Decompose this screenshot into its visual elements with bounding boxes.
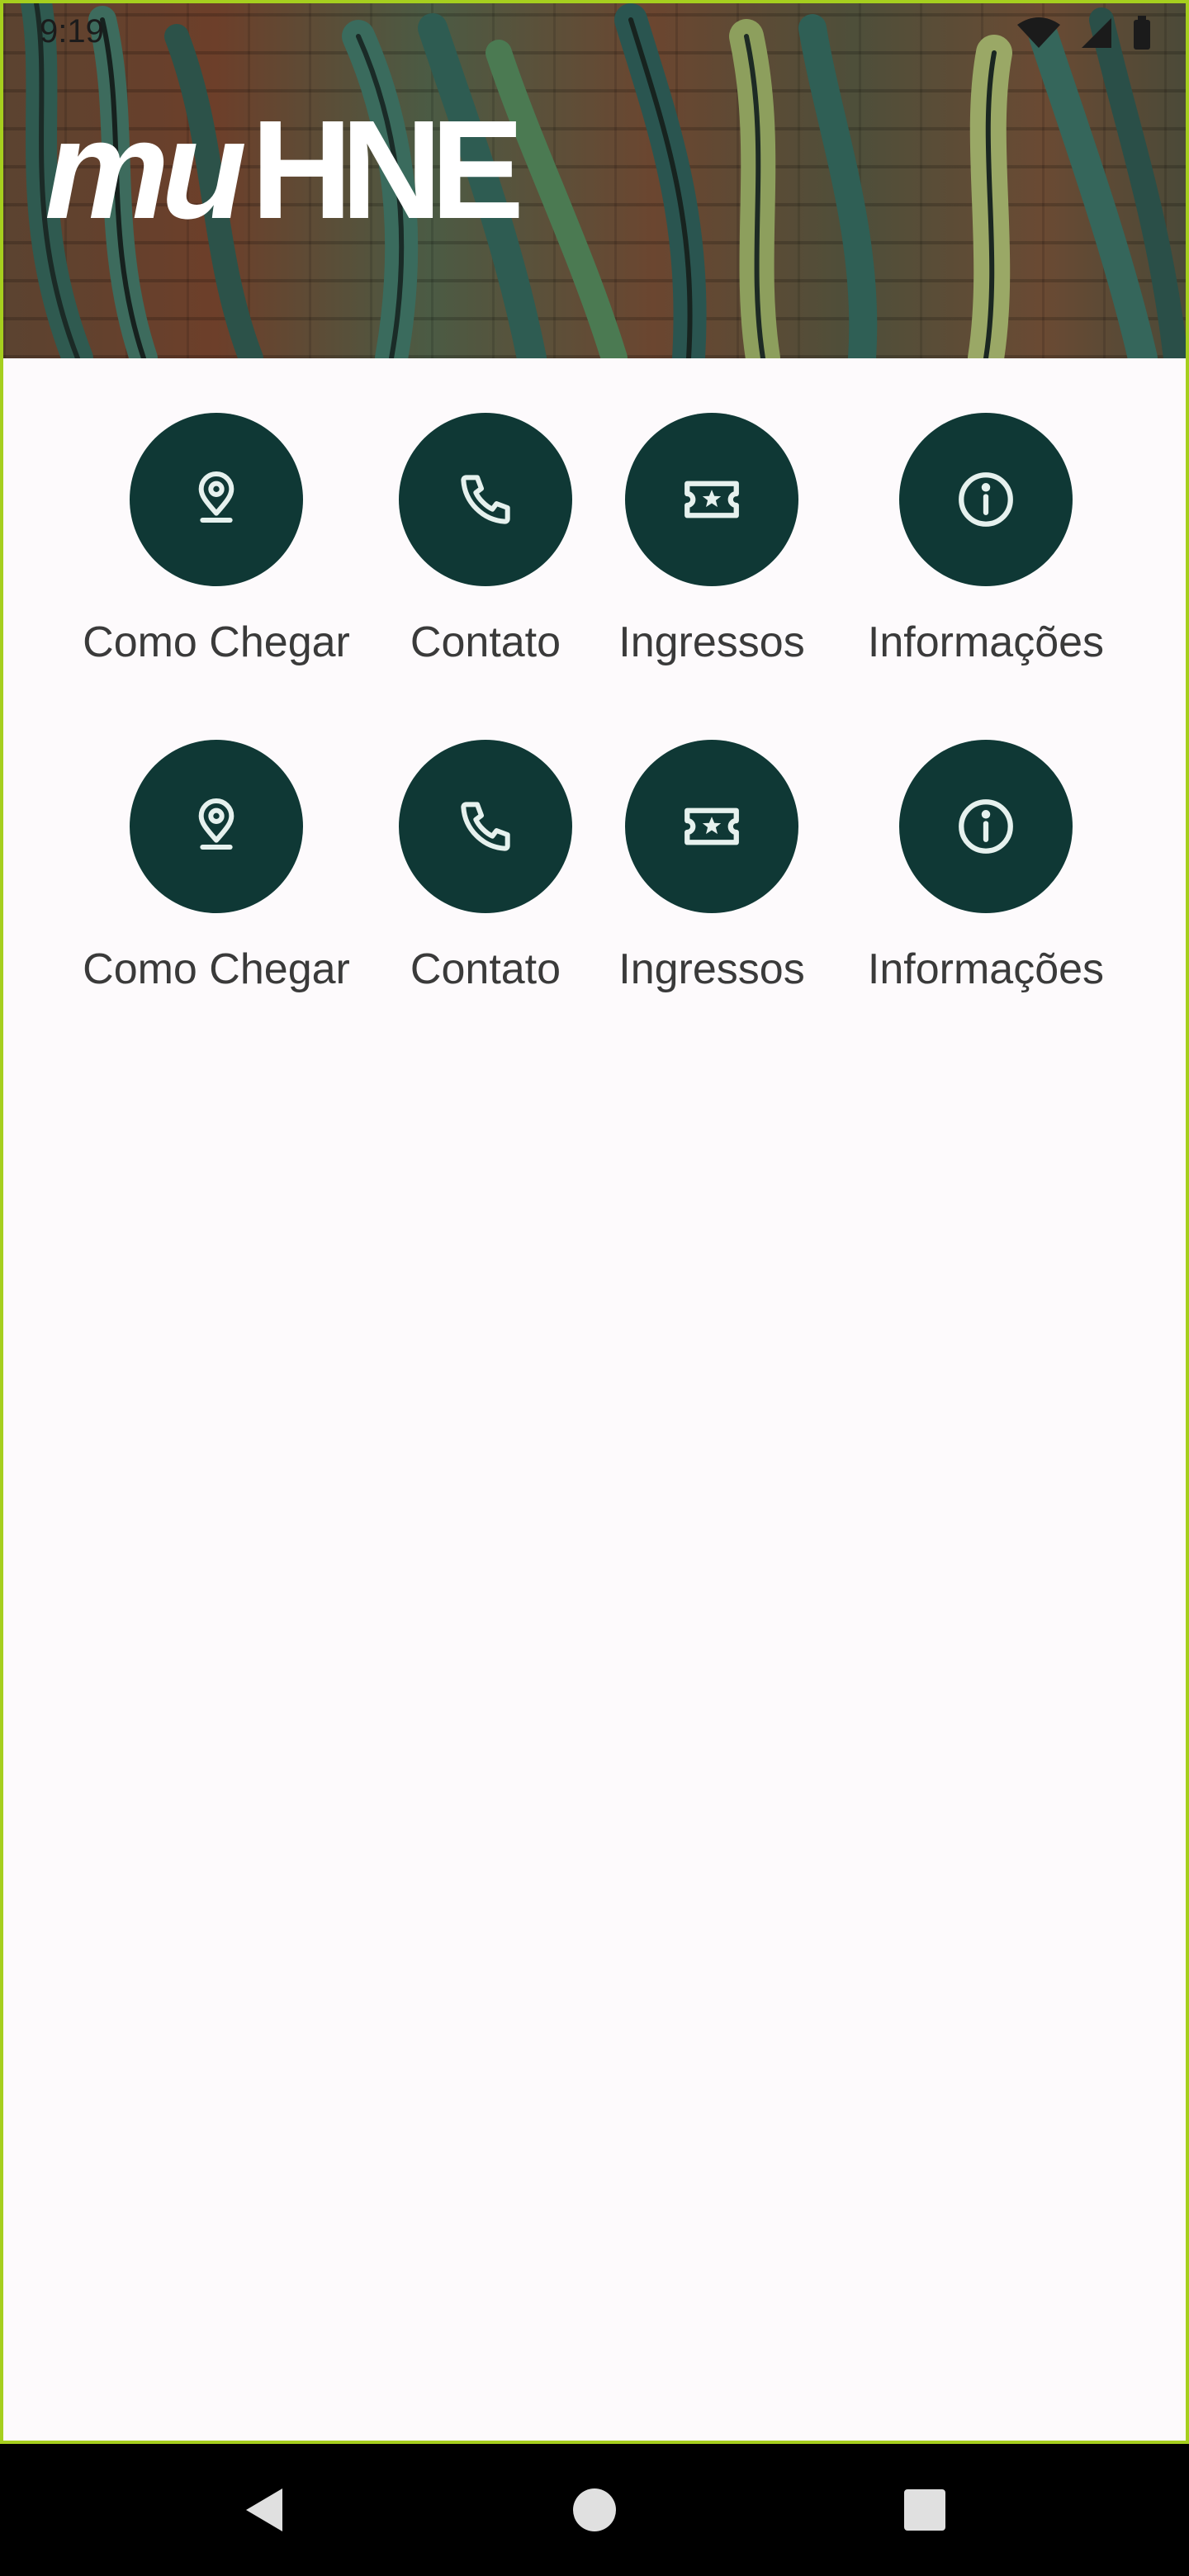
recents-icon [904,2489,945,2531]
location-pin-icon [198,798,234,850]
informacoes-circle [899,413,1073,586]
ingressos-button[interactable]: Ingressos [555,740,869,994]
back-icon [246,2488,282,2531]
app-frame [0,0,1189,2444]
wifi-icon [1017,17,1060,48]
ticket-icon [685,807,739,845]
back-button[interactable] [231,2477,297,2543]
home-button[interactable] [561,2477,628,2543]
como-chegar-circle [130,740,303,913]
como-chegar-button[interactable]: Como Chegar [59,740,373,994]
system-nav-bar [0,2444,1189,2576]
battery-icon [1134,16,1150,50]
como-chegar-circle [130,413,303,586]
contato-circle [399,740,572,913]
como-chegar-button[interactable]: Como Chegar [59,413,373,667]
signal-icon [1082,18,1111,48]
info-icon [959,472,1013,527]
shortcut-row: Como Chegar Contato Ingressos Informaçõe… [3,740,1186,1067]
como-chegar-label: Como Chegar [83,618,350,666]
informacoes-button[interactable]: Informações [829,413,1143,667]
informacoes-button[interactable]: Informações [829,740,1143,994]
shortcut-grid: Como Chegar Contato Ingressos Informaçõe… [3,413,1186,1067]
home-icon [573,2488,616,2531]
status-icons [1016,15,1153,51]
informacoes-label: Informações [867,945,1105,993]
informacoes-circle [899,740,1073,913]
muhne-logo: mu HNE [45,102,523,234]
header-banner: 9:19 mu HNE [3,3,1186,358]
ingressos-label: Ingressos [618,945,805,993]
phone-icon [461,802,510,851]
logo-text-mu: mu [45,102,244,234]
logo-text-hne: HNE [251,102,519,234]
informacoes-label: Informações [867,618,1105,666]
status-time: 9:19 [40,13,104,50]
ingressos-circle [625,740,798,913]
ingressos-button[interactable]: Ingressos [555,413,869,667]
phone-icon [461,475,510,524]
info-icon [959,799,1013,854]
shortcut-row: Como Chegar Contato Ingressos Informaçõe… [3,413,1186,740]
ticket-icon [685,481,739,519]
location-pin-icon [198,471,234,523]
recents-button[interactable] [892,2477,958,2543]
ingressos-label: Ingressos [618,618,805,666]
como-chegar-label: Como Chegar [83,945,350,993]
ingressos-circle [625,413,798,586]
contato-circle [399,413,572,586]
